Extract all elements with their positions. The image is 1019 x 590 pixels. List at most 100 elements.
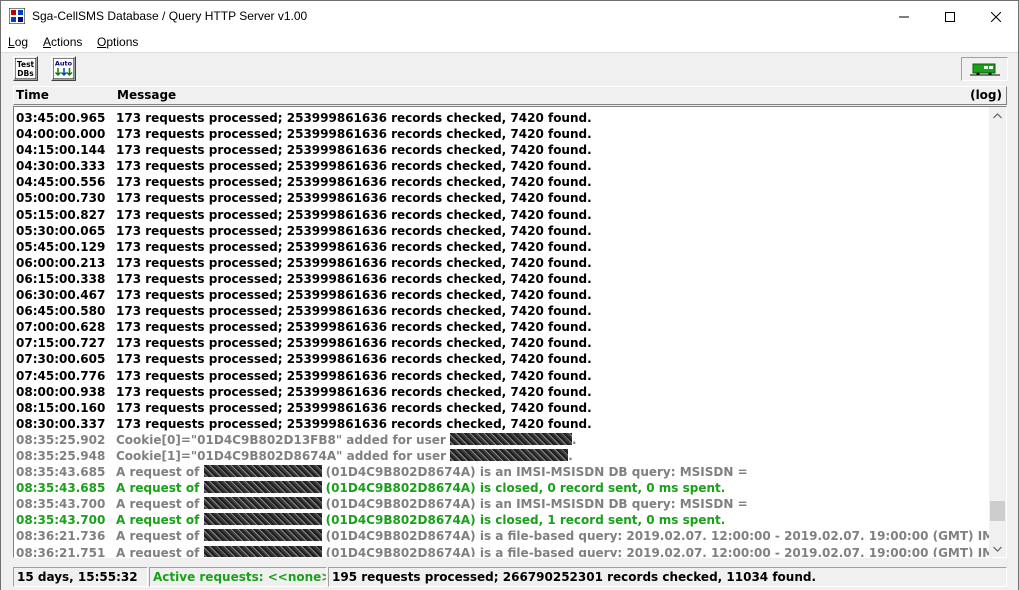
redacted-user <box>203 529 322 542</box>
log-message: A request of (01D4C9B802D8674A) is close… <box>116 512 725 528</box>
log-row: 08:35:25.902 Cookie[0]="01D4C9B802D13FB8"… <box>14 432 990 448</box>
log-message: 173 requests processed; 253999861636 rec… <box>116 288 592 303</box>
svg-text:DBs: DBs <box>17 69 34 78</box>
scroll-up-button[interactable] <box>989 107 1006 124</box>
log-time: 04:45:00.556 <box>16 175 106 190</box>
minimize-icon <box>899 16 909 17</box>
log-message-prefix: A request of <box>116 529 204 544</box>
maximize-button[interactable] <box>927 1 973 32</box>
log-time: 08:35:25.948 <box>16 448 106 463</box>
auto-button[interactable]: Auto <box>51 56 76 81</box>
log-row: 04:15:00.144 173 requests processed; 2539… <box>14 142 990 158</box>
log-message-prefix: Cookie[0]="01D4C9B802D13FB8" added for u… <box>116 432 450 447</box>
log-message-prefix: Cookie[1]="01D4C9B802D8674A" added for u… <box>116 448 451 463</box>
log-message-prefix: A request of <box>116 465 204 480</box>
log-row: 05:45:00.129 173 requests processed; 2539… <box>14 239 990 255</box>
log-message: Cookie[0]="01D4C9B802D13FB8" added for u… <box>116 432 577 448</box>
server-status-indicator <box>961 57 1008 81</box>
log-row: 08:35:43.700 A request of (01D4C9B802D867… <box>14 512 990 528</box>
log-list[interactable]: 03:45:00.965 173 requests processed; 2539… <box>13 106 1007 558</box>
app-icon <box>9 8 25 24</box>
log-time: 08:15:00.160 <box>16 400 106 415</box>
log-time: 08:35:43.700 <box>16 513 106 528</box>
log-time: 08:00:00.938 <box>16 384 106 399</box>
close-button[interactable] <box>973 1 1019 32</box>
log-time: 05:30:00.065 <box>16 223 106 238</box>
log-time: 06:00:00.213 <box>16 255 106 270</box>
log-time: 08:35:43.685 <box>16 465 106 480</box>
log-message: A request of (01D4C9B802D8674A) is close… <box>116 480 725 496</box>
log-time: 03:45:00.965 <box>16 111 106 125</box>
log-message: 173 requests processed; 253999861636 rec… <box>116 207 592 222</box>
redacted-user <box>449 432 572 445</box>
log-message-prefix: A request of <box>116 513 204 528</box>
redacted-user <box>203 513 322 526</box>
log-message: A request of (01D4C9B802D8674A) is a fil… <box>116 528 1006 544</box>
log-row: 04:30:00.333 173 requests processed; 2539… <box>14 158 990 174</box>
log-row: 08:36:21.751 A request of (01D4C9B802D867… <box>14 545 1006 558</box>
log-message-prefix: A request of <box>116 481 204 496</box>
log-message: 173 requests processed; 253999861636 rec… <box>116 304 592 319</box>
redacted-user <box>203 497 322 510</box>
log-message-suffix: (01D4C9B802D8674A) is an IMSI-MSISDN DB … <box>321 465 748 480</box>
log-time: 05:15:00.827 <box>16 207 106 222</box>
vertical-scrollbar[interactable] <box>989 107 1006 557</box>
log-row: 07:30:00.605 173 requests processed; 2539… <box>14 351 990 367</box>
log-time: 05:00:00.730 <box>16 191 106 206</box>
log-message: 173 requests processed; 253999861636 rec… <box>116 143 592 158</box>
scroll-thumb[interactable] <box>990 501 1005 521</box>
log-message: 173 requests processed; 253999861636 rec… <box>116 255 592 270</box>
scroll-down-button[interactable] <box>989 540 1006 557</box>
column-header-log[interactable]: (log) <box>970 88 1002 102</box>
svg-text:Auto: Auto <box>55 60 73 68</box>
log-message: 173 requests processed; 253999861636 rec… <box>116 384 592 399</box>
menu-options[interactable]: Options <box>97 35 138 49</box>
log-message-suffix: (01D4C9B802D8674A) is closed, 0 record s… <box>321 481 726 496</box>
column-header-message[interactable]: Message <box>117 88 176 102</box>
log-time: 08:36:21.736 <box>16 529 106 544</box>
log-message: 173 requests processed; 253999861636 rec… <box>116 239 592 254</box>
log-row: 05:00:00.730 173 requests processed; 2539… <box>14 190 990 206</box>
chevron-up-icon <box>993 112 1002 118</box>
log-time: 07:00:00.628 <box>16 320 106 335</box>
log-column-header: Time Message (log) <box>13 86 1007 105</box>
log-message: 173 requests processed; 253999861636 rec… <box>116 352 592 367</box>
column-header-time[interactable]: Time <box>16 88 49 102</box>
log-time: 08:36:21.751 <box>16 545 106 558</box>
log-message: 173 requests processed; 253999861636 rec… <box>116 223 592 238</box>
title-bar[interactable]: Sga-CellSMS Database / Query HTTP Server… <box>1 1 1018 32</box>
test-dbs-button[interactable]: Test DBs <box>13 56 38 81</box>
log-time: 08:30:00.337 <box>16 416 106 431</box>
chevron-down-icon <box>993 546 1002 552</box>
redacted-user <box>203 545 322 557</box>
toolbar: Test DBs Auto <box>1 52 1018 84</box>
log-message-suffix: . <box>568 448 573 463</box>
log-row: 08:35:43.685 A request of (01D4C9B802D867… <box>14 480 990 496</box>
log-message-suffix: (01D4C9B802D8674A) is a file-based query… <box>321 545 1007 558</box>
menu-log[interactable]: Log <box>8 35 28 49</box>
auto-icon: Auto <box>53 58 74 79</box>
log-message-suffix: . <box>571 432 577 447</box>
summary-panel: 195 requests processed; 266790252301 rec… <box>328 567 1007 587</box>
log-message-suffix: (01D4C9B802D8674A) is an IMSI-MSISDN DB … <box>321 497 748 512</box>
log-time: 08:35:43.685 <box>16 481 106 496</box>
log-time: 08:35:25.902 <box>16 432 106 447</box>
log-row: 04:00:00.000 173 requests processed; 2539… <box>14 126 990 142</box>
log-message: A request of (01D4C9B802D8674A) is a fil… <box>116 545 1007 558</box>
log-message: A request of (01D4C9B802D8674A) is an IM… <box>116 464 748 480</box>
log-message: 173 requests processed; 253999861636 rec… <box>116 320 592 335</box>
log-row: 07:15:00.727 173 requests processed; 2539… <box>14 335 990 351</box>
log-message: 173 requests processed; 253999861636 rec… <box>116 416 592 431</box>
log-row: 07:00:00.628 173 requests processed; 2539… <box>14 319 990 335</box>
minimize-button[interactable] <box>881 1 927 32</box>
status-bar: 15 days, 15:55:32 Active requests: <<non… <box>1 564 1018 590</box>
test-dbs-icon: Test DBs <box>15 58 36 79</box>
log-row: 07:45:00.776 173 requests processed; 2539… <box>14 368 990 384</box>
log-row: 03:45:00.965 173 requests processed; 2539… <box>14 110 990 126</box>
log-message: 173 requests processed; 253999861636 rec… <box>116 368 592 383</box>
log-time: 06:30:00.467 <box>16 288 106 303</box>
menu-actions[interactable]: Actions <box>43 35 82 49</box>
log-message: 173 requests processed; 253999861636 rec… <box>116 271 592 286</box>
log-time: 04:15:00.144 <box>16 143 106 158</box>
log-row: 06:00:00.213 173 requests processed; 2539… <box>14 255 990 271</box>
